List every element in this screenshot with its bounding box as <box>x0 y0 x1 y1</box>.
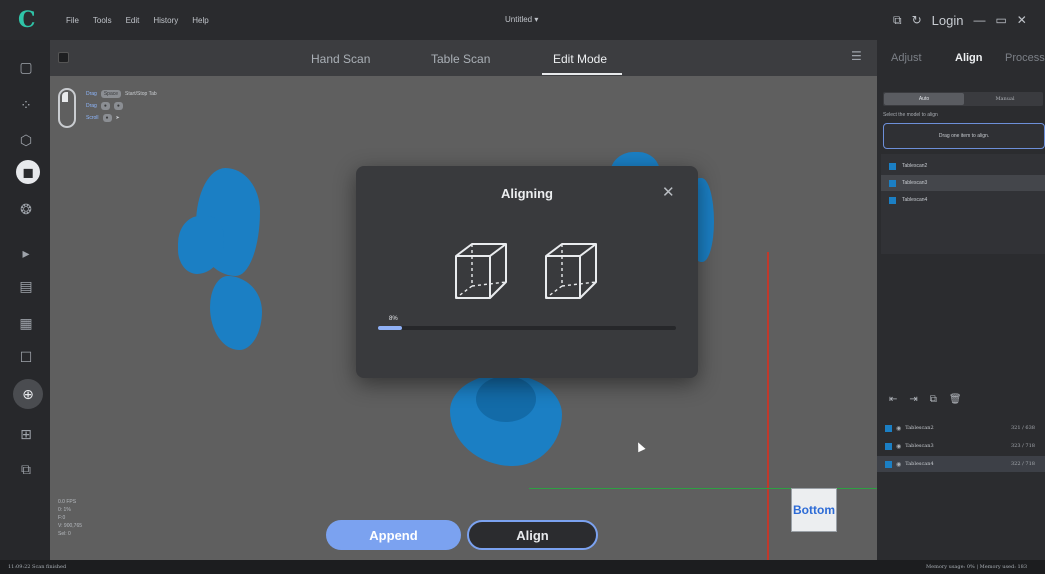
refresh-icon[interactable]: ↻ <box>912 13 922 27</box>
hint-chip-icon: ● <box>100 102 110 110</box>
align-drop-zone[interactable]: Drag one item to align. <box>883 123 1045 149</box>
list-item[interactable]: Tablescan3 <box>881 175 1045 191</box>
app-logo-icon: C <box>18 7 36 33</box>
hint-row: Drag ● ● <box>86 102 123 110</box>
import-icon[interactable]: ⇤ <box>889 394 897 405</box>
export-icon[interactable]: ⇥ <box>909 394 917 405</box>
source-cube-icon <box>455 243 507 299</box>
grid-icon[interactable]: ⊞ <box>13 421 39 447</box>
play-icon[interactable]: ▸ <box>13 240 39 266</box>
render-stats: 0.0 FPS 0: 1% F:0 V: 900,765 Sel: 0 <box>58 499 83 537</box>
mouse-hint-panel: Drag Space Start/Stop Tab Drag ● ● Scrol… <box>58 88 238 132</box>
active-tab-indicator <box>542 73 622 75</box>
hamburger-menu-icon[interactable]: ☰ <box>851 49 862 63</box>
align-instruction: Select the model to align <box>883 112 938 118</box>
scan-model-left-base[interactable] <box>210 276 262 350</box>
tab-hand-scan[interactable]: Hand Scan <box>311 40 370 76</box>
hint-row: Drag Space Start/Stop Tab <box>86 90 157 98</box>
progress-percent: 8% <box>389 316 398 322</box>
maximize-icon[interactable]: ▭ <box>995 13 1006 27</box>
mouse-icon <box>58 88 76 128</box>
list-item[interactable]: Tablescan4 <box>881 192 1045 208</box>
mouse-cursor <box>634 440 646 453</box>
cursor-arrow-icon: ➤ <box>115 115 120 121</box>
table-row[interactable]: ◉ Tablescan2 321 / 638 <box>877 420 1045 436</box>
manual-mode-button[interactable]: Manual <box>967 93 1043 105</box>
visibility-eye-icon[interactable]: ◉ <box>896 425 901 432</box>
frame-icon[interactable]: ☐ <box>13 344 39 370</box>
append-button[interactable]: Append <box>326 520 461 550</box>
status-message: 11:09:22 Scan finished <box>8 564 67 570</box>
status-bar: 11:09:22 Scan finished Memory usage: 0% … <box>0 560 1045 574</box>
tab-edit-mode[interactable]: Edit Mode <box>553 40 607 76</box>
tab-process[interactable]: Process <box>1005 52 1045 64</box>
visibility-eye-icon[interactable]: ◉ <box>896 443 901 450</box>
external-link-icon[interactable]: ⧉ <box>893 13 902 28</box>
color-swatch <box>889 179 896 187</box>
close-icon[interactable]: ✕ <box>662 183 675 201</box>
trash-icon[interactable]: 🗑 <box>949 394 962 405</box>
title-bar: C File Tools Edit History Help Untitled … <box>0 0 1045 40</box>
login-button[interactable]: Login <box>932 13 964 28</box>
left-toolbar: ▢ ⁘ ⬡ ◼ ❂ ▸ ▤ ▦ ☐ ⊕ ⊞ ⧉ <box>0 40 50 560</box>
select-box-icon[interactable]: ▢ <box>13 54 39 80</box>
window-controls: ⧉ ↻ Login — ▭ ✕ <box>893 0 1027 40</box>
hint-row: Scroll ● ➤ <box>86 114 120 122</box>
menu-file[interactable]: File <box>66 16 79 25</box>
copy-layers-icon[interactable]: ⧉ <box>13 456 39 482</box>
aligning-dialog: Aligning ✕ 8% <box>356 166 698 378</box>
menu-edit[interactable]: Edit <box>126 16 140 25</box>
minimize-icon[interactable]: — <box>973 13 985 27</box>
mesh-cube-icon[interactable]: ⬡ <box>13 127 39 153</box>
document-title[interactable]: Untitled ▾ <box>505 0 538 40</box>
color-swatch <box>885 442 892 450</box>
align-mode-toggle: Auto Manual <box>883 92 1043 106</box>
color-swatch <box>889 162 896 170</box>
checker-icon[interactable]: ▦ <box>13 310 39 336</box>
dialog-title: Aligning <box>501 186 553 201</box>
hint-chip-icon: ● <box>102 114 112 122</box>
tab-table-scan[interactable]: Table Scan <box>431 40 490 76</box>
align-crosshair-icon[interactable]: ⊕ <box>13 379 43 409</box>
view-cube[interactable]: Bottom <box>791 488 837 532</box>
snapshot-icon[interactable] <box>58 52 69 63</box>
auto-mode-button[interactable]: Auto <box>884 93 964 105</box>
tab-align[interactable]: Align <box>955 52 983 64</box>
right-panel: Adjust Align Process Auto Manual Select … <box>877 40 1045 560</box>
menu-help[interactable]: Help <box>192 16 208 25</box>
align-button[interactable]: Align <box>467 520 598 550</box>
list-item[interactable]: Tablescan2 <box>881 158 1045 174</box>
align-item-list: Tablescan2 Tablescan3 Tablescan4 <box>881 154 1045 254</box>
table-row[interactable]: ◉ Tablescan3 323 / 718 <box>877 438 1045 454</box>
table-row[interactable]: ◉ Tablescan4 322 / 718 <box>877 456 1045 472</box>
color-swatch <box>885 460 892 468</box>
color-swatch <box>885 424 892 432</box>
lasso-icon[interactable]: ⁘ <box>13 92 39 118</box>
scan-model-bottom-shade <box>476 376 536 422</box>
axis-z-line <box>767 252 769 560</box>
hint-chip-icon: ● <box>113 102 123 110</box>
duplicate-icon[interactable]: ⧉ <box>930 394 937 405</box>
scan-list-toolbar: ⇤ ⇥ ⧉ 🗑 <box>889 394 962 405</box>
target-cube-icon <box>545 243 597 299</box>
tab-adjust[interactable]: Adjust <box>891 52 922 64</box>
menu-history[interactable]: History <box>153 16 178 25</box>
memory-usage: Memory usage: 0% | Memory used: 183 <box>926 564 1028 570</box>
chevron-down-icon: ▾ <box>534 15 539 24</box>
close-icon[interactable]: ✕ <box>1017 13 1027 27</box>
menu-tools[interactable]: Tools <box>93 16 112 25</box>
menu-bar: File Tools Edit History Help <box>66 0 209 40</box>
mode-bar: Hand Scan Table Scan Edit Mode ☰ <box>50 40 877 76</box>
texture-cube-icon[interactable]: ❂ <box>13 196 39 222</box>
color-swatch <box>889 196 896 204</box>
layers-icon[interactable]: ▤ <box>13 273 39 299</box>
solid-cube-icon[interactable]: ◼ <box>16 160 40 184</box>
progress-bar <box>378 326 676 330</box>
right-panel-tabs: Adjust Align Process <box>877 40 1045 78</box>
progress-fill <box>378 326 402 330</box>
visibility-eye-icon[interactable]: ◉ <box>896 461 901 468</box>
